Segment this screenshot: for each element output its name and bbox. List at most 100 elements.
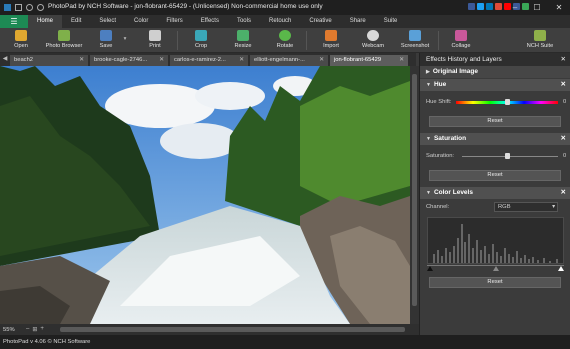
channel-label: Channel: xyxy=(426,204,450,210)
original-image-layer[interactable]: ▶ Original Image xyxy=(420,66,570,78)
zoom-out-icon[interactable]: – xyxy=(26,326,29,333)
import-icon xyxy=(325,30,337,41)
print-button[interactable]: Print xyxy=(135,30,175,49)
rotate-button[interactable]: Rotate xyxy=(265,30,305,49)
resize-icon xyxy=(237,30,249,41)
menu-select[interactable]: Select xyxy=(90,15,125,28)
tab-close-icon[interactable]: ✕ xyxy=(239,55,244,66)
black-point-handle[interactable] xyxy=(426,266,433,271)
tab-close-icon[interactable]: ✕ xyxy=(319,55,324,66)
tab-jon-flobrant[interactable]: jon-flobrant-65429 ✕ xyxy=(330,55,408,66)
tab-close-icon[interactable]: ✕ xyxy=(159,55,164,66)
webcam-icon xyxy=(367,30,379,41)
scrollbar-thumb[interactable] xyxy=(412,74,417,306)
tab-label: carlos-e-ramirez-2... xyxy=(174,57,226,63)
white-point-handle[interactable] xyxy=(557,266,564,271)
maximize-icon[interactable]: ☐ xyxy=(526,0,548,15)
original-image-label: Original Image xyxy=(432,68,479,75)
saturation-slider[interactable] xyxy=(462,156,558,157)
panel-close-icon[interactable]: ✕ xyxy=(561,53,566,66)
canvas-horizontal-scrollbar[interactable] xyxy=(60,327,405,332)
photo-browser-button[interactable]: Photo Browser xyxy=(42,30,86,49)
menu-creative[interactable]: Creative xyxy=(300,15,340,28)
histogram[interactable] xyxy=(426,217,564,264)
histogram-graph xyxy=(433,224,557,263)
tab-carlos-e-ramirez[interactable]: carlos-e-ramirez-2... ✕ xyxy=(170,55,248,66)
photopad-window: PhotoPad by NCH Software - jon-flobrant-… xyxy=(0,0,570,349)
hue-section-header[interactable]: ▼ Hue ✕ xyxy=(420,79,570,91)
menu-color[interactable]: Color xyxy=(125,15,157,28)
menu-edit[interactable]: Edit xyxy=(62,15,90,28)
color-levels-reset-button[interactable]: Reset xyxy=(429,277,561,288)
image-canvas[interactable] xyxy=(0,66,410,324)
ribbon-toolbar: Open Photo Browser Save ▾ Print Crop Res… xyxy=(0,28,570,53)
save-dropdown-icon[interactable]: ▾ xyxy=(120,36,130,42)
nch-suite-button[interactable]: NCH Suite xyxy=(520,30,560,49)
hue-shift-value: 0 xyxy=(563,99,567,105)
linkedin-icon[interactable] xyxy=(486,3,493,10)
color-levels-remove-icon[interactable]: ✕ xyxy=(561,187,566,199)
toolbar-divider xyxy=(438,31,439,50)
tab-scroll-left-icon[interactable]: ◀ xyxy=(0,53,10,66)
resize-label: Resize xyxy=(234,43,252,49)
chevron-down-icon: ▾ xyxy=(552,204,555,210)
nch-suite-icon xyxy=(534,30,546,41)
menu-tools[interactable]: Tools xyxy=(228,15,260,28)
midtone-handle[interactable] xyxy=(492,266,499,271)
hue-reset-button[interactable]: Reset xyxy=(429,116,561,127)
menu-share[interactable]: Share xyxy=(341,15,375,28)
redo-quick-icon[interactable] xyxy=(37,4,44,11)
crop-icon xyxy=(195,30,207,41)
canvas-vertical-scrollbar[interactable] xyxy=(410,66,419,324)
tab-label: brooke-cagle-2746... xyxy=(94,57,148,63)
effects-panel: Effects History and Layers ✕ ▶ Original I… xyxy=(419,53,570,335)
expand-arrow-icon: ▶ xyxy=(426,69,430,75)
screenshot-button[interactable]: Screenshot xyxy=(395,30,435,49)
status-bar: PhotoPad v 4.06 © NCH Software xyxy=(0,335,570,349)
hue-remove-icon[interactable]: ✕ xyxy=(561,79,566,91)
saturation-section-header[interactable]: ▼ Saturation ✕ xyxy=(420,133,570,145)
menu-home[interactable]: Home xyxy=(28,15,63,28)
webcam-button[interactable]: Webcam xyxy=(353,30,393,49)
window-controls: – ☐ ✕ xyxy=(504,0,570,15)
saturation-title: Saturation xyxy=(433,135,467,142)
color-levels-section-header[interactable]: ▼ Color Levels ✕ xyxy=(420,187,570,199)
googleplus-icon[interactable] xyxy=(495,3,502,10)
channel-select[interactable]: RGB ▾ xyxy=(494,202,558,212)
levels-slider[interactable] xyxy=(426,265,564,271)
close-icon[interactable]: ✕ xyxy=(548,0,570,15)
hue-shift-row: Hue Shift: 0 xyxy=(420,91,570,113)
saturation-slider-thumb[interactable] xyxy=(505,153,510,159)
import-button[interactable]: Import xyxy=(311,30,351,49)
hamburger-menu-icon[interactable]: ☰ xyxy=(0,15,28,28)
saturation-remove-icon[interactable]: ✕ xyxy=(561,133,566,145)
open-button[interactable]: Open xyxy=(1,30,41,49)
twitter-icon[interactable] xyxy=(477,3,484,10)
save-quick-icon[interactable] xyxy=(15,4,22,11)
tab-brooke-cagle[interactable]: brooke-cagle-2746... ✕ xyxy=(90,55,168,66)
title-bar: PhotoPad by NCH Software - jon-flobrant-… xyxy=(0,0,570,15)
tab-close-icon[interactable]: ✕ xyxy=(399,55,404,66)
tab-close-icon[interactable]: ✕ xyxy=(79,55,84,66)
folder-icon xyxy=(15,30,27,41)
saturation-value: 0 xyxy=(563,153,567,159)
zoom-fit-icon[interactable]: ⊞ xyxy=(32,326,37,333)
collage-button[interactable]: Collage xyxy=(441,30,481,49)
undo-quick-icon[interactable] xyxy=(26,4,33,11)
menu-effects[interactable]: Effects xyxy=(192,15,228,28)
resize-button[interactable]: Resize xyxy=(223,30,263,49)
crop-button[interactable]: Crop xyxy=(181,30,221,49)
saturation-reset-button[interactable]: Reset xyxy=(429,170,561,181)
tab-beach2[interactable]: beach2 ✕ xyxy=(10,55,88,66)
collapse-arrow-icon: ▼ xyxy=(426,82,431,88)
zoom-in-icon[interactable]: + xyxy=(40,326,44,333)
minimize-icon[interactable]: – xyxy=(504,0,526,15)
menu-suite[interactable]: Suite xyxy=(375,15,407,28)
collage-label: Collage xyxy=(451,43,471,49)
hue-title: Hue xyxy=(433,81,447,88)
hue-slider-thumb[interactable] xyxy=(505,99,510,105)
facebook-icon[interactable] xyxy=(468,3,475,10)
menu-filters[interactable]: Filters xyxy=(157,15,191,28)
menu-retouch[interactable]: Retouch xyxy=(260,15,300,28)
tab-elliott-engelmann[interactable]: elliott-engelmann-... ✕ xyxy=(250,55,328,66)
